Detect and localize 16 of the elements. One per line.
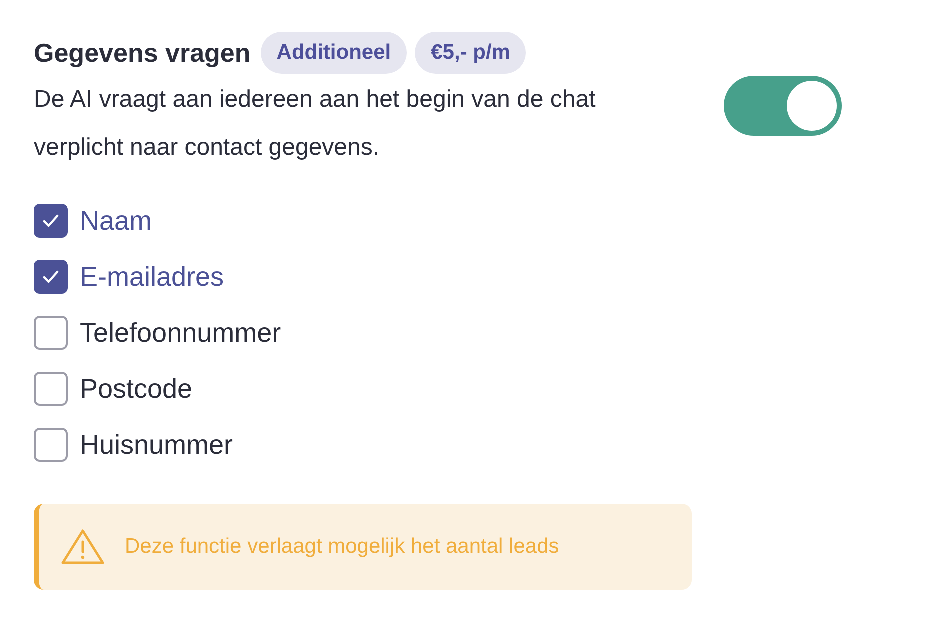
checkbox-label: Postcode <box>80 374 193 404</box>
checkbox[interactable] <box>34 372 68 406</box>
checkbox[interactable] <box>34 260 68 294</box>
checkbox-label: Naam <box>80 206 152 236</box>
checkbox-label: Telefoonnummer <box>80 318 282 348</box>
description: De AI vraagt aan iedereen aan het begin van de chat verplicht naar contact gegevens. <box>34 85 597 163</box>
checkbox[interactable] <box>34 204 68 238</box>
warning-text: Deze functie verlaagt mogelijk het aantal leads <box>125 535 560 559</box>
badge: €5,- p/m <box>415 32 526 74</box>
section-title: Gegevens vragen <box>34 38 251 68</box>
checkbox-label: E-mailadres <box>80 262 224 292</box>
warning-icon <box>61 529 105 565</box>
badge: Additioneel <box>260 32 408 74</box>
checkbox-label: Huisnummer <box>80 430 234 460</box>
checkbox[interactable] <box>34 316 68 350</box>
checkbox[interactable] <box>34 428 68 462</box>
